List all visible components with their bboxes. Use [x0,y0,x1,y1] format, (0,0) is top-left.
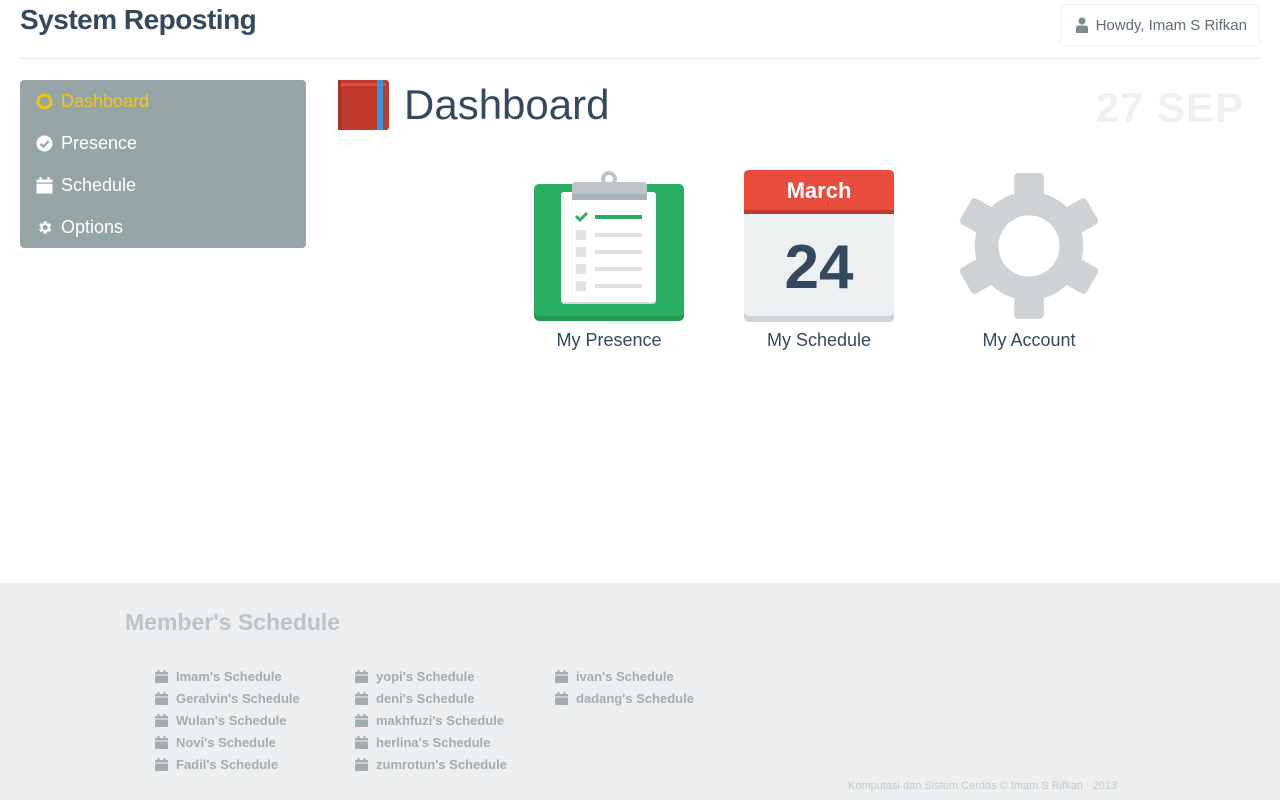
member-schedule-link[interactable]: Geralvin's Schedule [155,687,355,709]
sidebar-item-label: Dashboard [61,90,150,111]
calendar-icon [555,691,568,705]
calendar-icon [355,757,368,771]
user-menu[interactable]: Howdy, Imam S Rifkan [1059,4,1260,46]
schedule-column: ivan's Schedule dadang's Schedule [555,665,755,709]
sidebar-item-schedule[interactable]: Schedule [20,164,306,206]
calendar-month: March [786,178,852,203]
calendar-icon [155,735,168,749]
member-schedule-link[interactable]: herlina's Schedule [355,731,555,753]
schedule-link-label: Fadil's Schedule [176,756,279,772]
member-schedule-link[interactable]: zumrotun's Schedule [355,753,555,775]
calendar-icon [155,713,168,727]
calendar-icon [155,691,168,705]
page-title: Dashboard [404,81,610,128]
member-schedule-link[interactable]: dadang's Schedule [555,687,755,709]
my-schedule-tile[interactable]: March 24 My Schedule [714,170,924,351]
footer: Member's Schedule Imam's Schedule Geralv… [0,583,1280,800]
schedule-link-label: Geralvin's Schedule [176,690,300,706]
sidebar-item-presence[interactable]: Presence [20,122,306,164]
my-account-tile[interactable]: My Account [924,170,1134,351]
calendar-icon [355,713,368,727]
book-icon [338,80,389,130]
calendar-icon [155,757,168,771]
schedule-link-label: makhfuzi's Schedule [376,712,505,728]
schedule-link-label: dadang's Schedule [576,690,694,706]
member-schedule-link[interactable]: Novi's Schedule [155,731,355,753]
user-greeting: Howdy, Imam S Rifkan [1095,16,1247,34]
check-circle-icon [35,134,53,152]
schedule-link-label: herlina's Schedule [376,734,491,750]
member-schedule-link[interactable]: makhfuzi's Schedule [355,709,555,731]
member-schedule-link[interactable]: ivan's Schedule [555,665,755,687]
members-schedule-title: Member's Schedule [125,609,341,635]
calendar-icon [35,176,53,194]
sidebar-item-options[interactable]: Options [20,206,306,248]
tile-label: My Schedule [766,330,872,350]
schedule-link-label: Wulan's Schedule [176,712,287,728]
gear-icon [35,218,53,236]
calendar-icon [355,735,368,749]
tile-label: My Account [982,330,1076,350]
schedule-link-label: zumrotun's Schedule [376,756,507,772]
schedule-link-label: Novi's Schedule [176,734,276,750]
member-schedule-link[interactable]: Imam's Schedule [155,665,355,687]
schedule-link-label: Imam's Schedule [176,668,282,684]
sidebar-item-dashboard[interactable]: Dashboard [20,80,306,122]
app-title[interactable]: System Reposting [20,4,257,36]
gear-icon [959,172,1099,320]
member-schedule-link[interactable]: yopi's Schedule [355,665,555,687]
calendar-day: 24 [784,233,854,302]
member-schedule-link[interactable]: deni's Schedule [355,687,555,709]
page-header: Dashboard [338,80,609,130]
sidebar-nav: Dashboard Presence Schedule Options [20,80,306,248]
my-presence-tile[interactable]: My Presence [504,170,714,351]
sidebar-item-label: Presence [61,132,138,153]
copyright-text: Komputasi dan Sistem Cerdas © Imam S Rif… [848,780,1118,792]
circle-icon [35,92,53,110]
member-schedule-link[interactable]: Wulan's Schedule [155,709,355,731]
calendar-icon [355,669,368,683]
schedule-link-label: yopi's Schedule [376,668,475,684]
clipboard-icon [534,171,684,321]
calendar-icon [155,669,168,683]
schedule-link-label: ivan's Schedule [576,668,674,684]
schedule-link-label: deni's Schedule [376,690,475,706]
member-schedule-link[interactable]: Fadil's Schedule [155,753,355,775]
header-divider [20,58,1260,59]
header: System Reposting Howdy, Imam S Rifkan [0,0,1280,60]
tile-label: My Presence [556,330,662,350]
user-icon [1075,17,1088,33]
date-stamp: 27 SEP [1095,84,1244,131]
sidebar-item-label: Schedule [61,174,137,195]
schedule-column: yopi's Schedule deni's Schedule makhfuzi… [355,665,555,775]
calendar-icon [355,691,368,705]
dashboard-tiles: My Presence March 24 My Schedule My Acco… [504,170,1134,351]
calendar-icon [555,669,568,683]
schedule-column: Imam's Schedule Geralvin's Schedule Wula… [155,665,355,775]
sidebar-item-label: Options [61,216,124,237]
